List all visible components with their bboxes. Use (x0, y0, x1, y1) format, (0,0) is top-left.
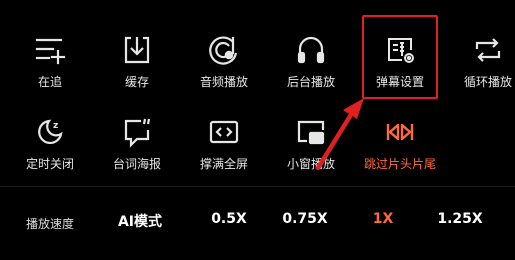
skip-intro-outro-icon (384, 116, 416, 148)
timer-close-label: 定时关闭 (25, 157, 74, 171)
quote-poster-label: 台词海报 (112, 157, 161, 171)
speed-option-0.75x[interactable]: 0.75X (282, 211, 327, 227)
quote-bubble-icon (121, 116, 153, 148)
loop-play-label: 循环播放 (463, 75, 512, 89)
timer-close-button[interactable]: z 定时关闭 (10, 116, 90, 196)
danmaku-settings-label: 弹幕设置 (375, 75, 424, 89)
danmaku-settings-button[interactable]: 弹幕设置 (360, 34, 440, 114)
audio-play-button[interactable]: 音频播放 (184, 34, 264, 114)
quote-poster-button[interactable]: 台词海报 (97, 116, 177, 196)
follow-button[interactable]: 在追 (10, 34, 90, 114)
stretch-fullscreen-label: 撑满全屏 (199, 157, 248, 171)
background-play-button[interactable]: 后台播放 (271, 34, 351, 114)
svg-text:z: z (53, 121, 58, 131)
follow-label: 在追 (37, 75, 62, 89)
speed-option-ai[interactable]: AI模式 (118, 211, 162, 231)
picture-in-picture-icon (295, 116, 327, 148)
cache-button[interactable]: 缓存 (97, 34, 177, 114)
cache-label: 缓存 (124, 75, 149, 89)
stretch-fullscreen-button[interactable]: 撑满全屏 (184, 116, 264, 196)
music-disc-icon (208, 34, 240, 66)
player-more-menu: 在追 缓存 音频播放 后台播放 弹幕设置 循环播放 z 定时关闭 台词海报 撑满… (0, 0, 515, 260)
section-divider (0, 186, 515, 187)
skip-intro-outro-button[interactable]: 跳过片头片尾 (360, 116, 440, 196)
loop-play-button[interactable]: 循环播放 (448, 34, 515, 114)
download-icon (121, 34, 153, 66)
speed-option-1x[interactable]: 1X (373, 211, 394, 227)
danmaku-settings-icon (384, 34, 416, 66)
audio-play-label: 音频播放 (199, 75, 248, 89)
background-play-label: 后台播放 (286, 75, 335, 89)
stretch-screen-icon (208, 116, 240, 148)
pip-play-button[interactable]: 小窗播放 (271, 116, 351, 196)
pip-play-label: 小窗播放 (286, 157, 335, 171)
playback-speed-label: 播放速度 (26, 217, 75, 231)
speed-option-1.25x[interactable]: 1.25X (437, 211, 482, 227)
skip-intro-outro-label: 跳过片头片尾 (363, 157, 436, 171)
sleep-moon-icon: z (34, 116, 66, 148)
speed-option-0.5x[interactable]: 0.5X (211, 211, 247, 227)
repeat-icon (472, 34, 504, 66)
add-to-list-icon (34, 34, 66, 66)
playback-speed-row: 播放速度 AI模式 0.5X 0.75X 1X 1.25X (0, 208, 515, 238)
headphones-icon (295, 34, 327, 66)
